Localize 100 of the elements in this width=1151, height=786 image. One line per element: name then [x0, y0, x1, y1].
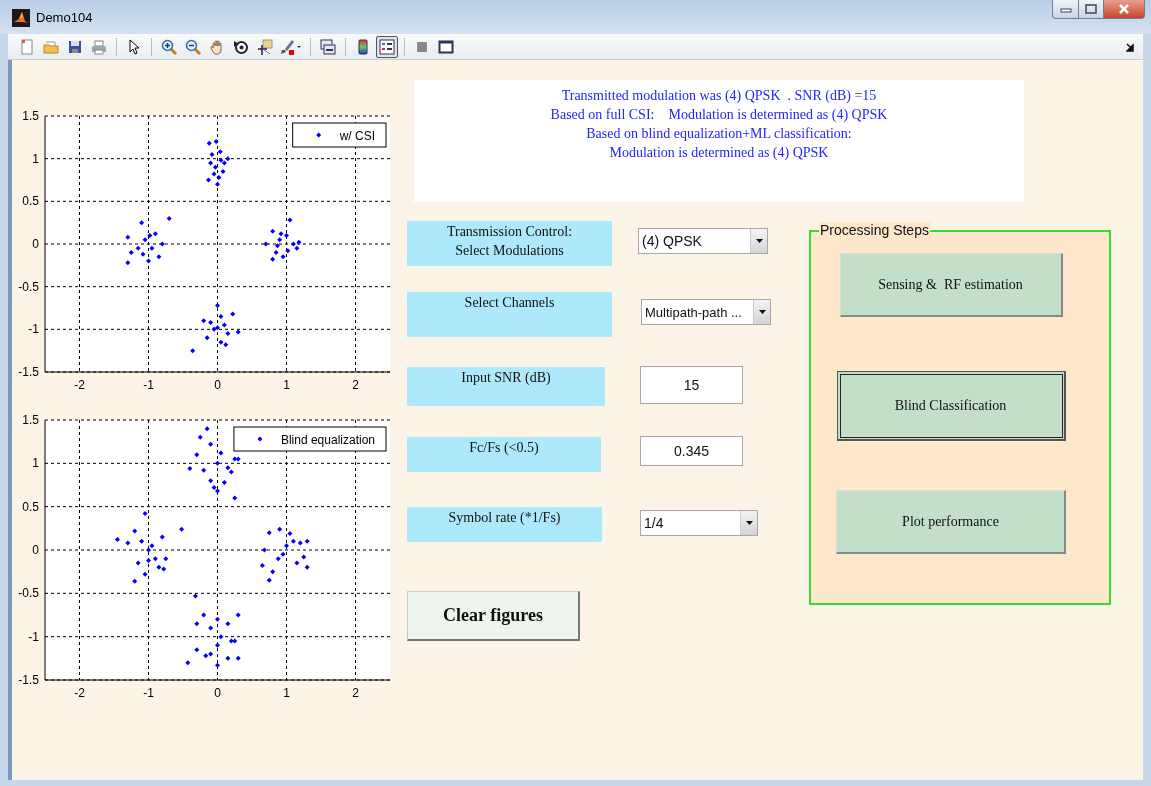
maximize-button[interactable]	[1079, 0, 1104, 19]
input-field[interactable]: 15	[640, 366, 743, 404]
control-label: Select Channels	[407, 292, 612, 337]
data-point	[221, 479, 227, 485]
data-point	[235, 655, 241, 661]
control-label: Input SNR (dB)	[407, 367, 605, 406]
data-point	[261, 547, 267, 553]
data-point	[197, 434, 203, 440]
data-point	[259, 563, 265, 569]
tick-label: 0.5	[22, 499, 39, 514]
tick-label: 1.5	[22, 413, 39, 427]
data-point	[209, 151, 215, 157]
tick-label: -1.5	[18, 365, 39, 379]
step-button[interactable]: Blind Classification	[836, 371, 1066, 441]
data-point	[217, 149, 223, 155]
data-point	[132, 528, 138, 534]
data-point	[139, 538, 145, 544]
data-point	[125, 540, 131, 546]
clear-figures-button[interactable]: Clear figures	[407, 591, 580, 641]
data-point	[270, 569, 276, 575]
input-field[interactable]: 0.345	[640, 436, 743, 466]
data-point	[218, 634, 224, 640]
data-point	[132, 578, 138, 584]
caret-icon	[755, 239, 763, 243]
dropdown[interactable]: Multipath-path ...	[641, 299, 771, 325]
control-label: Transmission Control: Select Modulations	[407, 221, 612, 266]
tick-label: 1	[283, 378, 290, 392]
tick-label: 0	[214, 686, 221, 700]
control-label: Symbol rate (*1/Fs)	[407, 507, 602, 542]
result-line: Modulation is determined as (4) QPSK	[608, 144, 830, 162]
data-point	[201, 612, 207, 618]
tick-label: -2	[74, 686, 85, 700]
dock-arrow-icon[interactable]	[1126, 42, 1135, 52]
caret-icon	[758, 310, 766, 314]
data-point	[287, 217, 293, 223]
data-point	[159, 534, 165, 540]
step-button[interactable]: Plot performance	[836, 490, 1066, 554]
data-point	[263, 241, 269, 247]
dropdown[interactable]: (4) QPSK	[638, 228, 768, 254]
control-label: Fc/Fs (<0.5)	[407, 437, 601, 472]
legend-label: w/ CSI	[339, 129, 375, 143]
panel-title: Processing Steps	[819, 222, 930, 238]
data-point	[225, 621, 231, 627]
maximize-icon	[1085, 4, 1097, 14]
step-button[interactable]: Sensing & RF estimation	[839, 253, 1063, 317]
app-logo-icon	[12, 9, 30, 27]
data-point	[194, 647, 200, 653]
data-point	[142, 511, 148, 517]
legend-label: Blind equalization	[280, 433, 375, 447]
tick-label: -1.5	[18, 673, 39, 687]
result-line: Based on full CSI: Modulation is determined as (4) QPSK	[549, 106, 889, 124]
data-point	[142, 571, 148, 577]
data-point	[125, 260, 131, 266]
data-point	[135, 560, 141, 566]
tick-label: -1	[28, 322, 39, 337]
data-point	[235, 329, 241, 335]
data-point	[225, 655, 231, 661]
data-point	[215, 616, 220, 622]
dropdown[interactable]: 1/4	[640, 510, 758, 536]
data-point	[235, 612, 241, 618]
data-point	[192, 593, 198, 599]
tick-label: -1	[28, 629, 39, 644]
tick-label: 1	[32, 151, 39, 166]
data-point	[185, 660, 191, 666]
data-point	[304, 564, 310, 570]
tick-label: -0.5	[18, 279, 39, 294]
result-line: Based on blind equalization+ML classification:	[585, 125, 853, 143]
close-button[interactable]	[1104, 0, 1145, 19]
tick-label: 1.5	[22, 109, 39, 123]
tick-label: -2	[74, 378, 85, 392]
data-point	[179, 526, 185, 532]
tick-label: 0	[214, 378, 221, 392]
data-point	[230, 311, 236, 317]
result-line: Transmitted modulation was (4) QPSK . SNR (dB) =15	[560, 87, 878, 105]
tick-label: -1	[143, 378, 154, 392]
data-point	[215, 642, 220, 648]
data-point	[201, 467, 207, 473]
data-point	[215, 460, 220, 466]
tick-label: -1	[143, 686, 154, 700]
data-point	[159, 241, 165, 247]
data-point	[156, 254, 162, 260]
data-point	[208, 625, 214, 631]
minimize-button[interactable]	[1052, 0, 1079, 19]
data-point	[218, 450, 224, 456]
data-point	[218, 314, 224, 320]
data-point	[163, 556, 169, 562]
data-point	[215, 302, 220, 308]
legend-marker-icon	[257, 436, 263, 442]
close-icon	[1117, 4, 1131, 14]
data-point	[194, 621, 200, 627]
data-point	[204, 426, 210, 432]
data-point	[232, 495, 238, 501]
tick-label: 2	[352, 686, 359, 700]
data-point	[190, 348, 196, 354]
data-point	[225, 331, 231, 337]
data-point	[270, 228, 276, 234]
data-point	[125, 234, 131, 240]
window-title: Demo104	[36, 10, 93, 25]
legend-icon[interactable]	[376, 35, 398, 58]
data-point	[215, 662, 220, 668]
